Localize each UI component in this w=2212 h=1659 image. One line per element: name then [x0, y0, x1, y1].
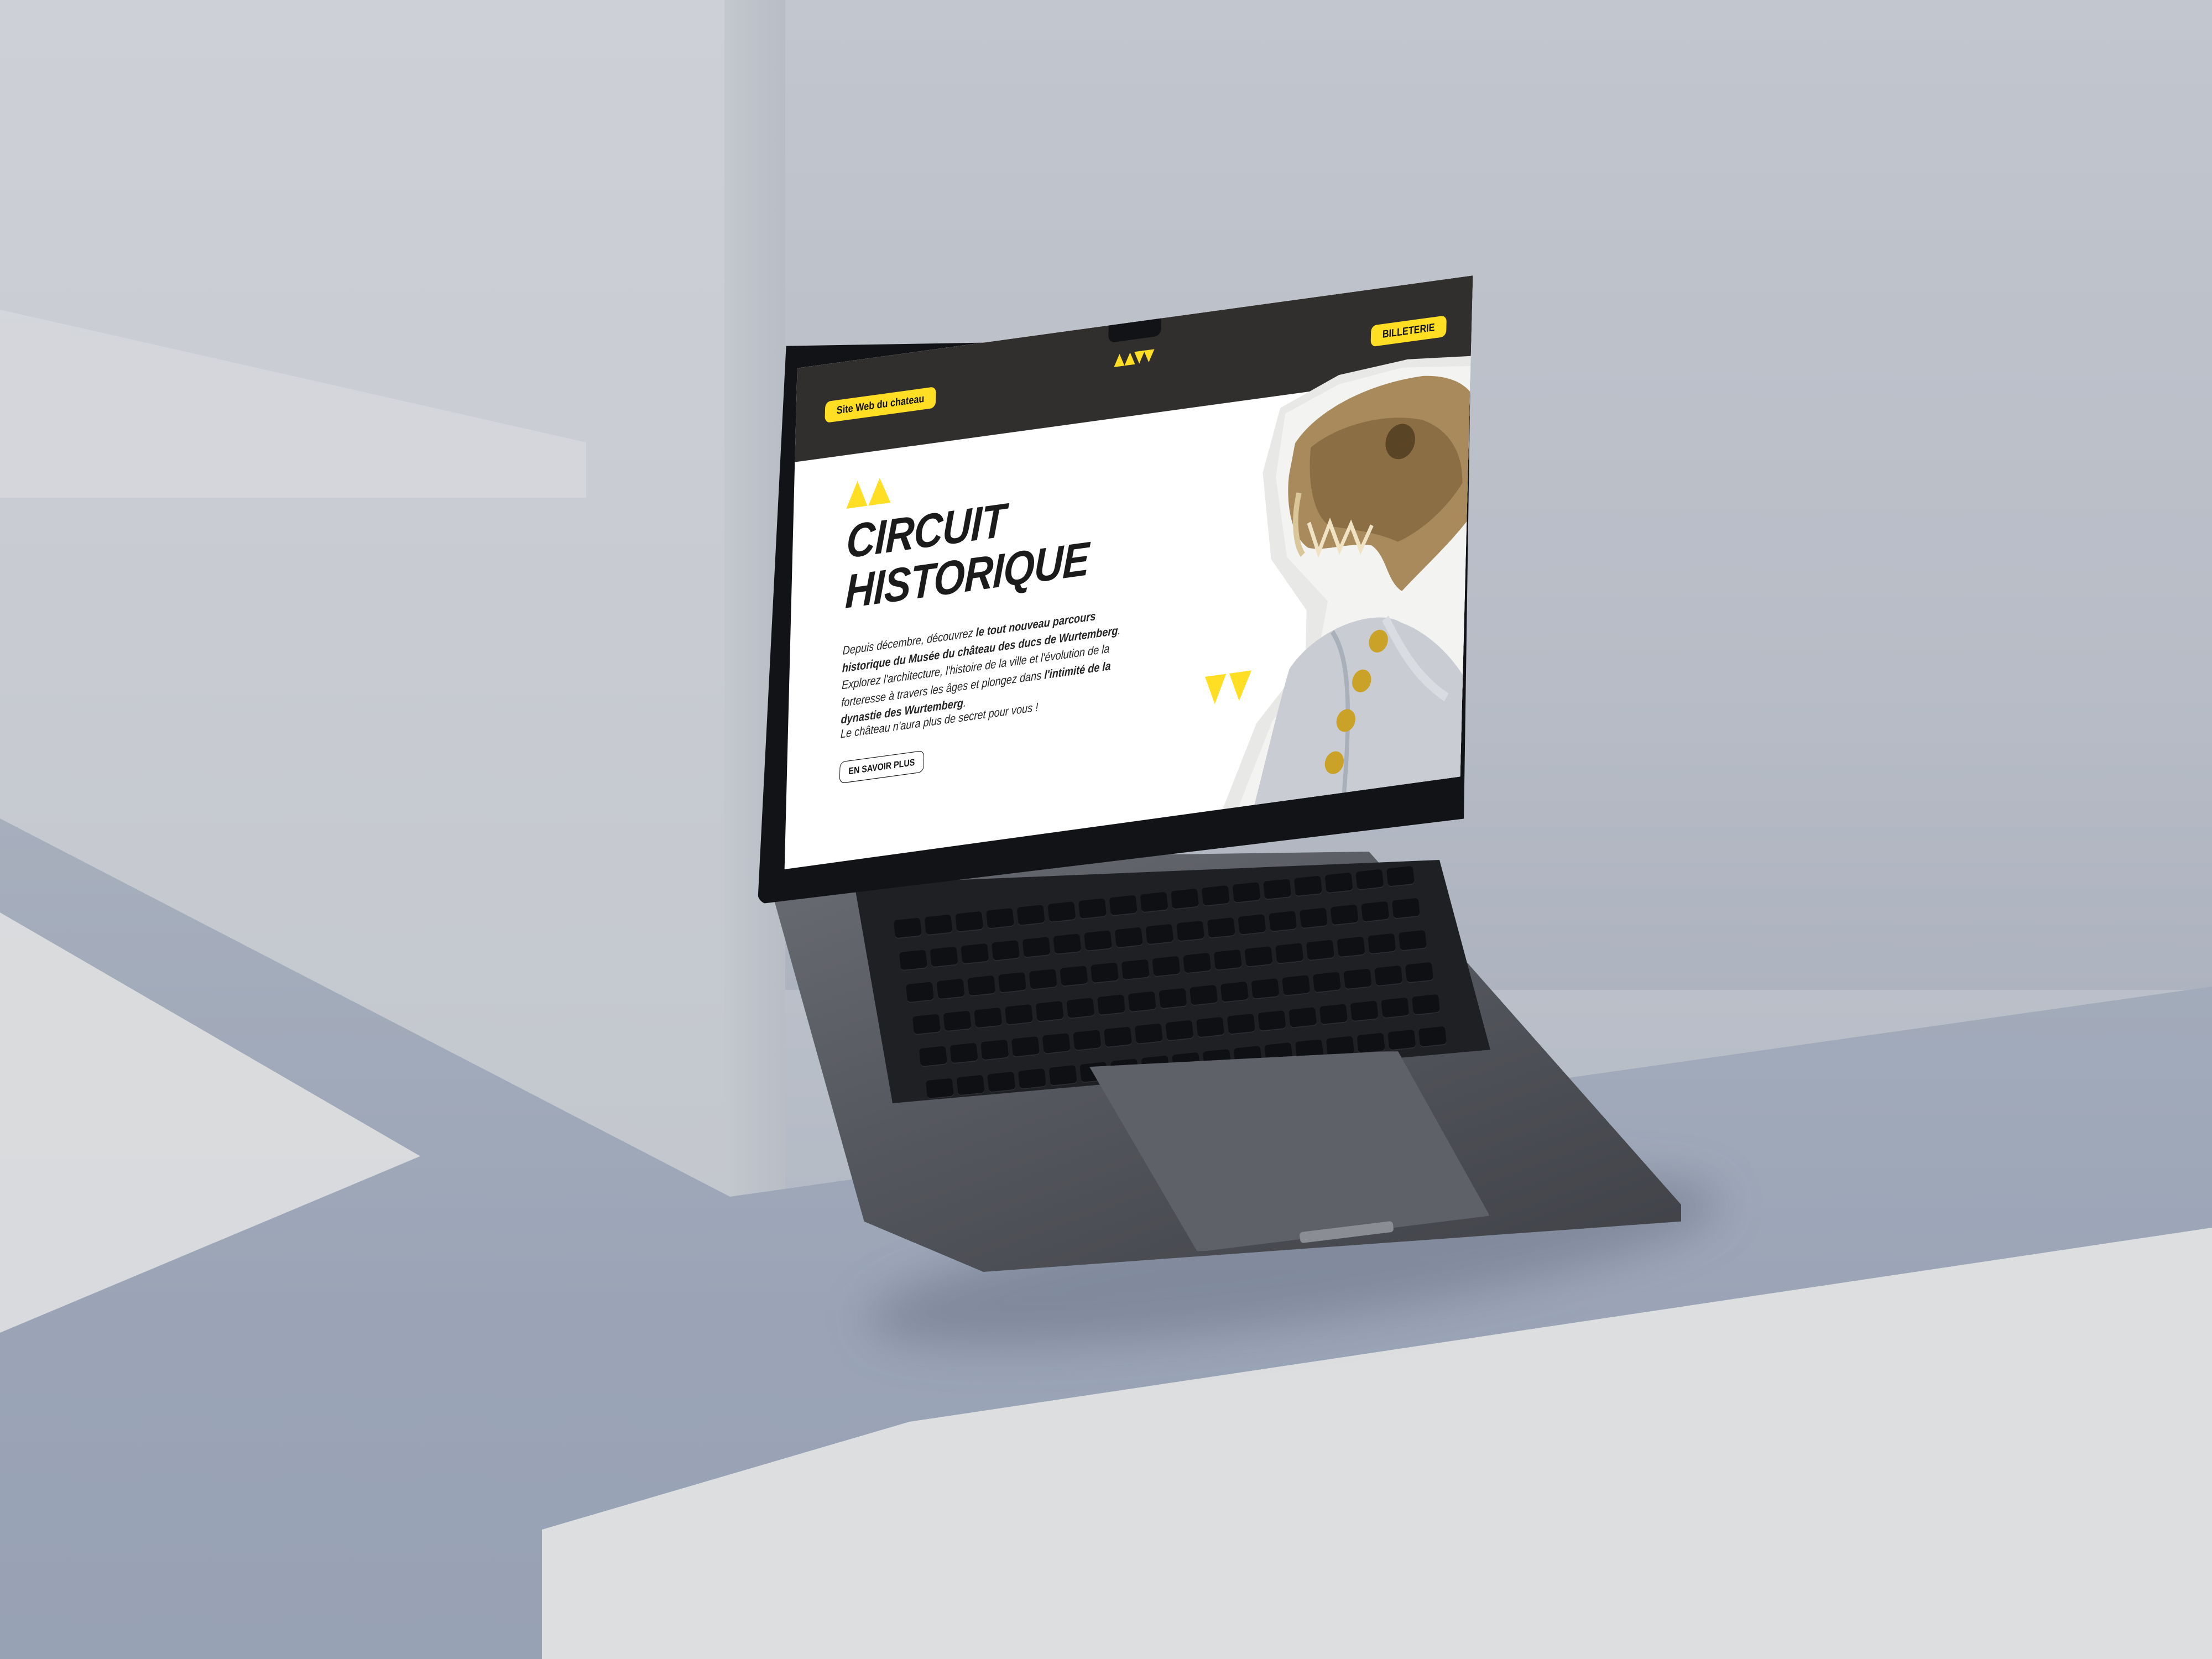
ticket-button[interactable]: BILLETERIE [1370, 315, 1447, 347]
learn-more-button[interactable]: EN SAVOIR PLUS [839, 750, 925, 784]
laptop-screen: Site Web du chateau BILLETERIE CIRCUIT H… [784, 275, 1473, 869]
museum-chevrons-logo-icon[interactable] [1113, 345, 1155, 369]
yellow-triangles-top-icon [846, 478, 891, 509]
site-web-button[interactable]: Site Web du chateau [825, 386, 936, 423]
skull-portrait-collage-icon [1222, 355, 1473, 810]
page-title: CIRCUIT HISTORIQUE [844, 493, 1090, 619]
